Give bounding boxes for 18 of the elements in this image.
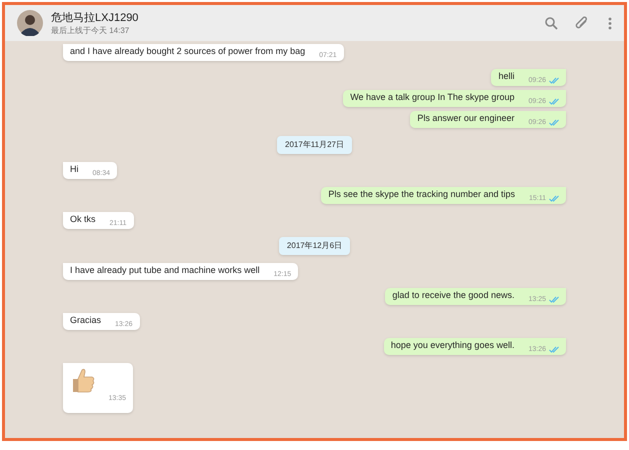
- contact-name: 危地马拉LXJ1290: [51, 10, 138, 24]
- paperclip-icon[interactable]: [575, 16, 589, 30]
- menu-icon[interactable]: [608, 16, 612, 30]
- message-text: glad to receive the good news.: [392, 290, 514, 302]
- message-text: helli: [498, 71, 514, 83]
- avatar[interactable]: [17, 10, 43, 36]
- message-text: Pls see the skype the tracking number and tips: [328, 189, 515, 201]
- message-text: and I have already bought 2 sources of power from my bag: [70, 46, 306, 58]
- search-icon[interactable]: [545, 16, 558, 30]
- message-text: Hi: [70, 164, 78, 176]
- thumbs-up-icon: [70, 366, 96, 394]
- last-seen-status: 最后上线于今天 14:37: [51, 24, 130, 36]
- message-text: Pls answer our engineer: [417, 113, 514, 125]
- message-text: We have a talk group In The skype group: [350, 92, 514, 104]
- message-text: Gracias: [70, 315, 102, 327]
- message-text: hope you everything goes well.: [390, 340, 514, 352]
- message-text: I have already put tube and machine works well: [70, 265, 260, 277]
- message-text: Ok tks: [70, 214, 96, 226]
